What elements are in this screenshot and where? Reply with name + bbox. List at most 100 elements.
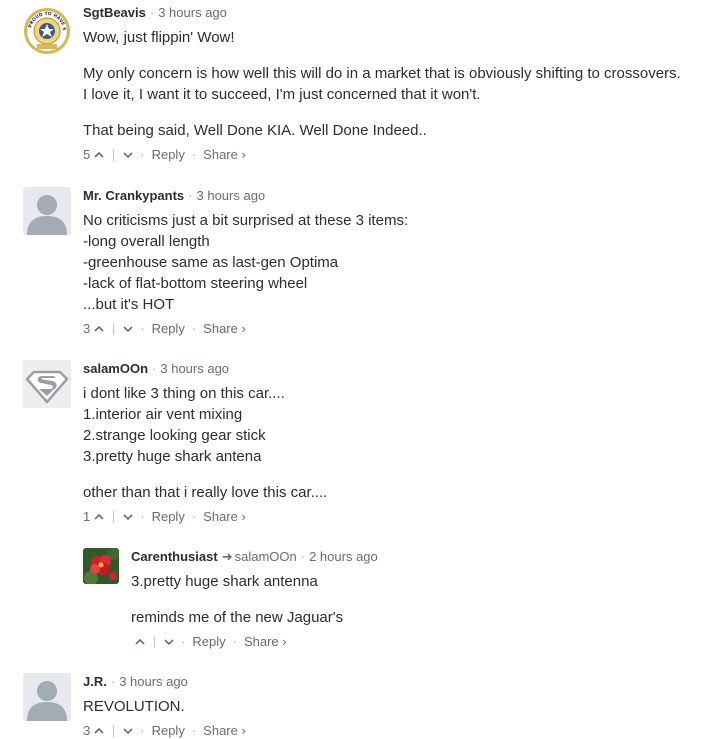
comment-header: Carenthusiast ➜ salamOOn · 2 hours ago — [131, 549, 707, 565]
avatar[interactable] — [23, 360, 71, 408]
footer-separator: · — [191, 723, 197, 738]
upvote-button[interactable] — [131, 637, 145, 647]
comment-header: J.R. · 3 hours ago — [83, 674, 707, 690]
vote-divider — [113, 725, 115, 737]
reply-button[interactable]: Reply — [152, 723, 185, 739]
timestamp[interactable]: 3 hours ago — [119, 674, 188, 689]
vote-divider — [154, 636, 155, 648]
reply-arrow-icon: ➜ — [221, 549, 233, 564]
comment-header: SgtBeavis · 3 hours ago — [83, 5, 707, 21]
chevron-down-icon — [164, 639, 174, 646]
chevron-up-icon — [94, 727, 104, 734]
default-user-icon — [23, 187, 71, 235]
share-button[interactable]: Share › — [244, 634, 287, 650]
downvote-button[interactable] — [123, 150, 133, 160]
comment-text: i dont like 3 thing on this car.... 1.in… — [83, 383, 707, 503]
comment-header: Mr. Crankypants · 3 hours ago — [83, 188, 707, 204]
default-user-icon — [23, 673, 71, 721]
author-name[interactable]: Mr. Crankypants — [83, 188, 184, 203]
avatar[interactable] — [23, 187, 71, 235]
comment-line: 1.interior air vent mixing — [83, 406, 243, 423]
comment-line: I love it, I want it to succeed, I'm jus… — [83, 86, 481, 103]
header-separator: · — [152, 361, 157, 376]
timestamp[interactable]: 2 hours ago — [309, 549, 378, 564]
share-button[interactable]: Share › — [203, 147, 246, 163]
reply-button[interactable]: Reply — [152, 147, 185, 163]
footer-separator: · — [191, 509, 197, 524]
vote-divider — [113, 149, 115, 161]
header-separator: · — [149, 5, 155, 20]
reply-button[interactable]: Reply — [152, 509, 185, 525]
comment-line: ...but it's HOT — [83, 296, 175, 313]
share-button[interactable]: Share › — [203, 321, 246, 337]
avatar[interactable]: PROUD TO HAVE SERVED — [23, 7, 71, 55]
comment-footer: 3 · Reply · Share › — [83, 723, 707, 739]
comment-line: Wow, just flippin' Wow! — [83, 29, 235, 46]
comment-text: 3.pretty huge shark antenna reminds me o… — [131, 571, 707, 628]
comment-footer: · Reply · Share › — [131, 634, 707, 650]
footer-separator: · — [191, 147, 197, 162]
comment-line: -long overall length — [83, 233, 210, 250]
header-separator: · — [300, 549, 306, 564]
chevron-up-icon — [94, 325, 104, 332]
share-button[interactable]: Share › — [203, 723, 246, 739]
chevron-up-icon — [135, 638, 145, 645]
downvote-button[interactable] — [123, 726, 133, 736]
comment-line: 3.pretty huge shark antenna — [131, 573, 318, 590]
downvote-button[interactable] — [123, 512, 133, 522]
upvote-count: 3 — [83, 723, 91, 738]
comment-text: Wow, just flippin' Wow! My only concern … — [83, 27, 707, 141]
upvote-button[interactable]: 1 — [83, 509, 104, 525]
upvote-count: 5 — [83, 147, 91, 162]
share-button[interactable]: Share › — [203, 509, 246, 525]
upvote-count: 1 — [83, 509, 91, 524]
footer-separator: · — [232, 634, 237, 649]
comment-line: That being said, Well Done KIA. Well Don… — [83, 122, 427, 139]
comment-footer: 5 · Reply · Share › — [83, 147, 707, 163]
chevron-up-icon — [94, 513, 104, 520]
timestamp[interactable]: 3 hours ago — [158, 5, 227, 20]
timestamp[interactable]: 3 hours ago — [160, 361, 229, 376]
reply-button[interactable]: Reply — [152, 321, 185, 337]
comment-line: 3.pretty huge shark antena — [83, 448, 262, 465]
footer-separator: · — [140, 723, 145, 738]
comment-line: other than that i really love this car..… — [83, 484, 328, 501]
vote-divider — [113, 511, 115, 523]
comment-line: No criticisms just a bit surprised at th… — [83, 212, 409, 229]
comment-text: REVOLUTION. — [83, 696, 707, 717]
avatar[interactable] — [83, 548, 119, 584]
timestamp[interactable]: 3 hours ago — [197, 188, 266, 203]
author-name[interactable]: Carenthusiast — [131, 549, 218, 564]
upvote-button[interactable]: 3 — [83, 321, 104, 337]
footer-separator: · — [140, 147, 145, 162]
upvote-button[interactable]: 5 — [83, 147, 104, 163]
comment-line: -lack of flat-bottom steering wheel — [83, 275, 308, 292]
chevron-down-icon — [123, 514, 133, 521]
chevron-down-icon — [123, 728, 133, 735]
chevron-down-icon — [123, 152, 133, 159]
author-name[interactable]: salamOOn — [83, 361, 148, 376]
footer-separator: · — [181, 634, 186, 649]
footer-separator: · — [140, 509, 145, 524]
reply-button[interactable]: Reply — [192, 634, 225, 650]
footer-separator: · — [140, 321, 145, 336]
superman-logo-icon — [23, 360, 71, 408]
header-separator: · — [110, 674, 116, 689]
chevron-down-icon — [123, 326, 133, 333]
comment-header: salamOOn · 3 hours ago — [83, 361, 707, 377]
comment-line: -greenhouse same as last-gen Optima — [83, 254, 339, 271]
upvote-count: 3 — [83, 321, 91, 336]
downvote-button[interactable] — [164, 637, 174, 647]
header-separator: · — [188, 188, 193, 203]
footer-separator: · — [191, 321, 197, 336]
author-name[interactable]: J.R. — [83, 674, 107, 689]
avatar[interactable] — [23, 673, 71, 721]
reply-to-author[interactable]: salamOOn — [235, 549, 297, 564]
army-seal-icon: PROUD TO HAVE SERVED — [23, 7, 70, 54]
upvote-button[interactable]: 3 — [83, 723, 104, 739]
comment-footer: 1 · Reply · Share › — [83, 509, 707, 525]
author-name[interactable]: SgtBeavis — [83, 5, 146, 20]
downvote-button[interactable] — [123, 324, 133, 334]
comment-line: 2.strange looking gear stick — [83, 427, 266, 444]
comment-line: i dont like 3 thing on this car.... — [83, 385, 285, 402]
